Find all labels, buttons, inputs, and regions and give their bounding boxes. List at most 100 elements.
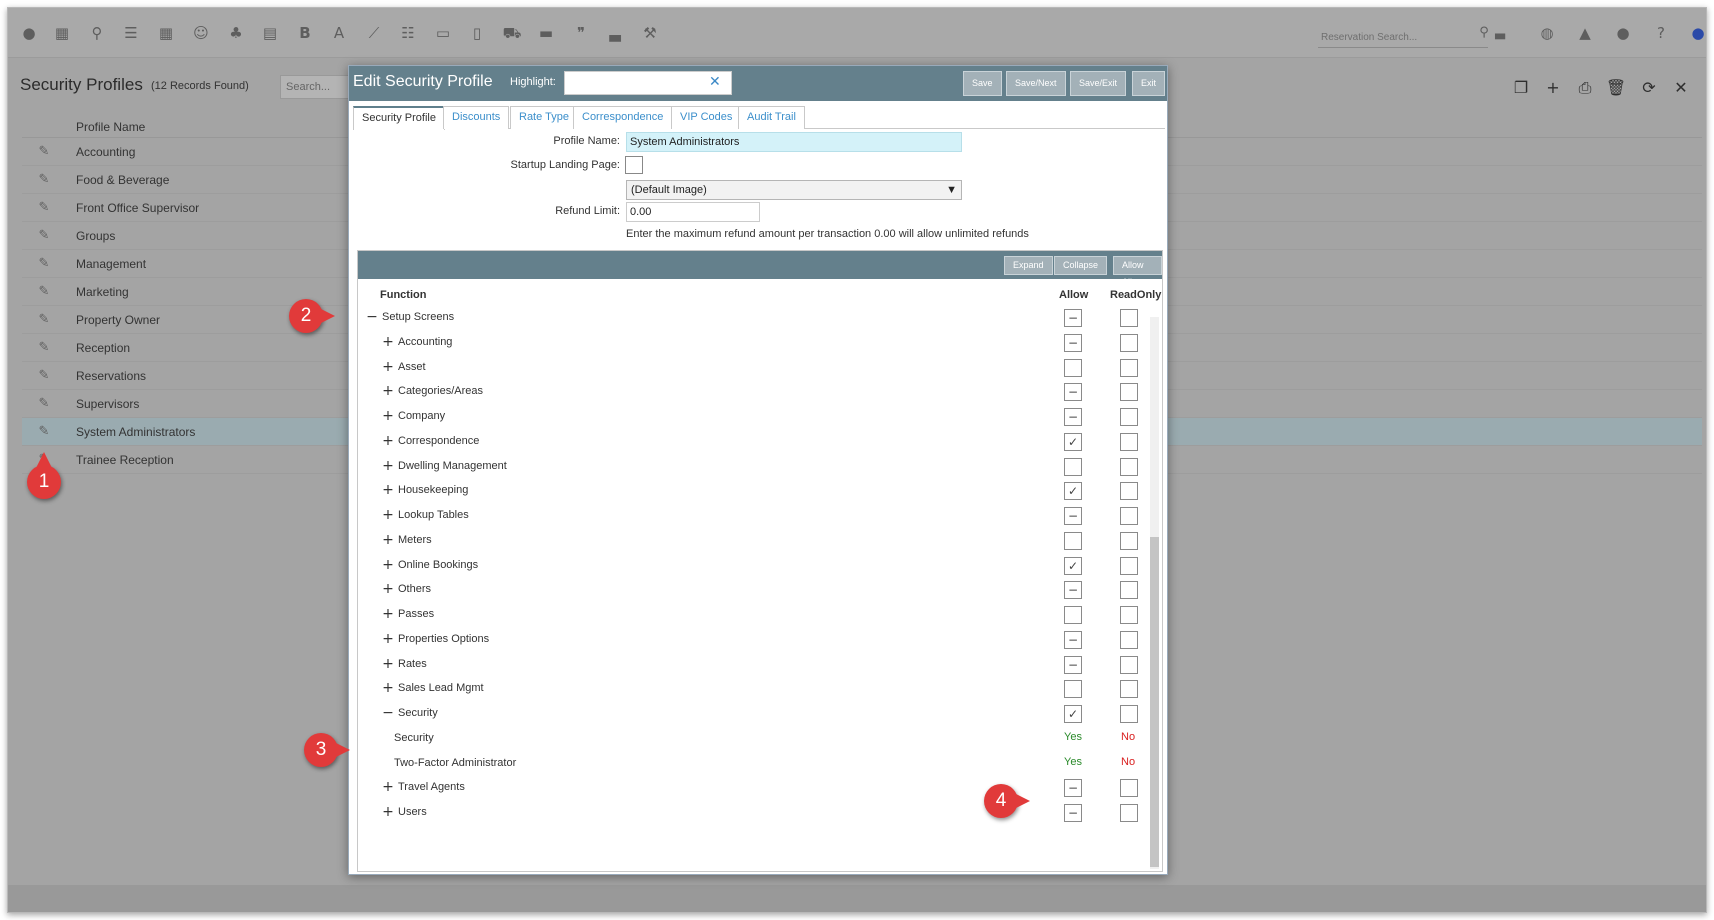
readonly-checkbox[interactable]	[1120, 383, 1138, 401]
allow-checkbox[interactable]	[1064, 359, 1082, 377]
readonly-checkbox[interactable]	[1120, 458, 1138, 476]
edit-pencil-icon[interactable]: ✎	[36, 194, 52, 222]
clear-icon[interactable]: ✕	[709, 74, 721, 90]
allow-checkbox[interactable]: −	[1064, 656, 1082, 674]
readonly-checkbox[interactable]	[1120, 433, 1138, 451]
search-icon[interactable]: ⚲	[87, 23, 107, 43]
people-icon[interactable]: ☺	[191, 23, 211, 43]
edit-pencil-icon[interactable]: ✎	[36, 362, 52, 390]
collapse-icon[interactable]: −	[366, 309, 378, 325]
readonly-checkbox[interactable]	[1120, 507, 1138, 525]
map-icon[interactable]: ▤	[260, 23, 280, 43]
close-icon[interactable]: ✕	[1670, 77, 1692, 99]
bed-icon[interactable]: ▃	[605, 23, 625, 43]
delete-icon[interactable]: 🗑	[1605, 77, 1627, 99]
allow-checkbox[interactable]	[1064, 458, 1082, 476]
reservation-search-input[interactable]	[1318, 28, 1488, 48]
allow-checkbox[interactable]	[1064, 532, 1082, 550]
sliders-icon[interactable]: ☰	[121, 23, 141, 43]
edit-pencil-icon[interactable]: ✎	[36, 306, 52, 334]
expand-icon[interactable]: +	[382, 779, 394, 795]
readonly-checkbox[interactable]	[1120, 680, 1138, 698]
expand-icon[interactable]: +	[382, 557, 394, 573]
readonly-checkbox[interactable]	[1120, 606, 1138, 624]
allow-checkbox[interactable]: −	[1064, 779, 1082, 797]
user-icon[interactable]: ●	[1688, 23, 1706, 43]
readonly-checkbox[interactable]	[1120, 581, 1138, 599]
allow-checkbox[interactable]: −	[1064, 507, 1082, 525]
edit-pencil-icon[interactable]: ✎	[36, 222, 52, 250]
allow-checkbox[interactable]: −	[1064, 408, 1082, 426]
allow-value[interactable]: Yes	[1064, 756, 1082, 768]
scrollbar-thumb[interactable]	[1150, 537, 1159, 867]
readonly-value[interactable]: No	[1121, 756, 1135, 768]
expand-icon[interactable]: +	[382, 482, 394, 498]
allow-checkbox[interactable]: ✓	[1064, 482, 1082, 500]
allow-checkbox[interactable]: ✓	[1064, 557, 1082, 575]
copy-icon[interactable]: ❐	[1510, 77, 1532, 99]
expand-icon[interactable]: +	[382, 408, 394, 424]
readonly-checkbox[interactable]	[1120, 334, 1138, 352]
globe-icon[interactable]: ◍	[1537, 23, 1557, 43]
bold-icon[interactable]: B	[295, 23, 315, 43]
expand-icon[interactable]: +	[382, 532, 394, 548]
readonly-checkbox[interactable]	[1120, 532, 1138, 550]
expand-icon[interactable]: +	[382, 507, 394, 523]
collapse-icon[interactable]: −	[382, 705, 394, 721]
quote-icon[interactable]: ❞	[571, 23, 591, 43]
print-icon[interactable]: ⎙	[1574, 77, 1596, 99]
hammer-icon[interactable]: ⚒	[640, 23, 660, 43]
readonly-value[interactable]: No	[1121, 731, 1135, 743]
tab-audit-trail[interactable]: Audit Trail	[738, 106, 805, 129]
save-button[interactable]: Save	[963, 71, 1002, 96]
checklist-icon[interactable]: ☷	[398, 23, 418, 43]
tab-rate-type[interactable]: Rate Type	[510, 106, 578, 129]
edit-pencil-icon[interactable]: ✎	[36, 278, 52, 306]
readonly-checkbox[interactable]	[1120, 408, 1138, 426]
font-icon[interactable]: A	[329, 23, 349, 43]
landing-page-checkbox[interactable]	[625, 156, 643, 174]
allow-checkbox[interactable]	[1064, 680, 1082, 698]
allow-checkbox[interactable]: −	[1064, 804, 1082, 822]
allow-checkbox[interactable]: ✓	[1064, 705, 1082, 723]
allow-checkbox[interactable]: ✓	[1064, 433, 1082, 451]
expand-icon[interactable]: +	[382, 581, 394, 597]
dashboard-icon[interactable]: ●	[19, 23, 39, 43]
edit-pencil-icon[interactable]: ✎	[36, 334, 52, 362]
edit-pencil-icon[interactable]: ✎	[36, 166, 52, 194]
expand-icon[interactable]: +	[382, 334, 394, 350]
save-exit-button[interactable]: Save/Exit	[1070, 71, 1127, 96]
readonly-checkbox[interactable]	[1120, 705, 1138, 723]
expand-icon[interactable]: +	[382, 359, 394, 375]
tab-correspondence[interactable]: Correspondence	[573, 106, 673, 129]
tab-vip-codes[interactable]: VIP Codes	[671, 106, 742, 129]
expand-icon[interactable]: +	[382, 606, 394, 622]
bell-icon[interactable]: ▲	[1575, 23, 1595, 43]
tab-security-profile[interactable]: Security Profile	[353, 106, 445, 130]
save-next-button[interactable]: Save/Next	[1006, 71, 1066, 96]
expand-icon[interactable]: +	[382, 804, 394, 820]
collapse-button[interactable]: Collapse	[1054, 256, 1108, 275]
readonly-checkbox[interactable]	[1120, 656, 1138, 674]
edit-pencil-icon[interactable]: ✎	[36, 138, 52, 166]
image-select[interactable]: (Default Image) ▼	[626, 180, 962, 200]
receipt-icon[interactable]: ▬	[536, 23, 556, 43]
tab-discounts[interactable]: Discounts	[443, 106, 510, 129]
card-icon[interactable]: ▭	[433, 23, 453, 43]
help-icon[interactable]: ?	[1651, 23, 1671, 43]
readonly-checkbox[interactable]	[1120, 557, 1138, 575]
allow-checkbox[interactable]: −	[1064, 309, 1082, 327]
edit-pencil-icon[interactable]: ✎	[36, 250, 52, 278]
edit-pencil-icon[interactable]: ✎	[36, 390, 52, 418]
expand-button[interactable]: Expand	[1004, 256, 1053, 275]
expand-icon[interactable]: +	[382, 383, 394, 399]
document-icon[interactable]: ▯	[467, 23, 487, 43]
profile-name-field[interactable]: System Administrators	[626, 132, 962, 152]
add-icon[interactable]: +	[1542, 77, 1564, 99]
allow-checkbox[interactable]: −	[1064, 383, 1082, 401]
readonly-checkbox[interactable]	[1120, 631, 1138, 649]
readonly-checkbox[interactable]	[1120, 804, 1138, 822]
expand-icon[interactable]: +	[382, 680, 394, 696]
edit-pencil-icon[interactable]: ✎	[36, 418, 52, 446]
grid-icon[interactable]: ▦	[156, 23, 176, 43]
